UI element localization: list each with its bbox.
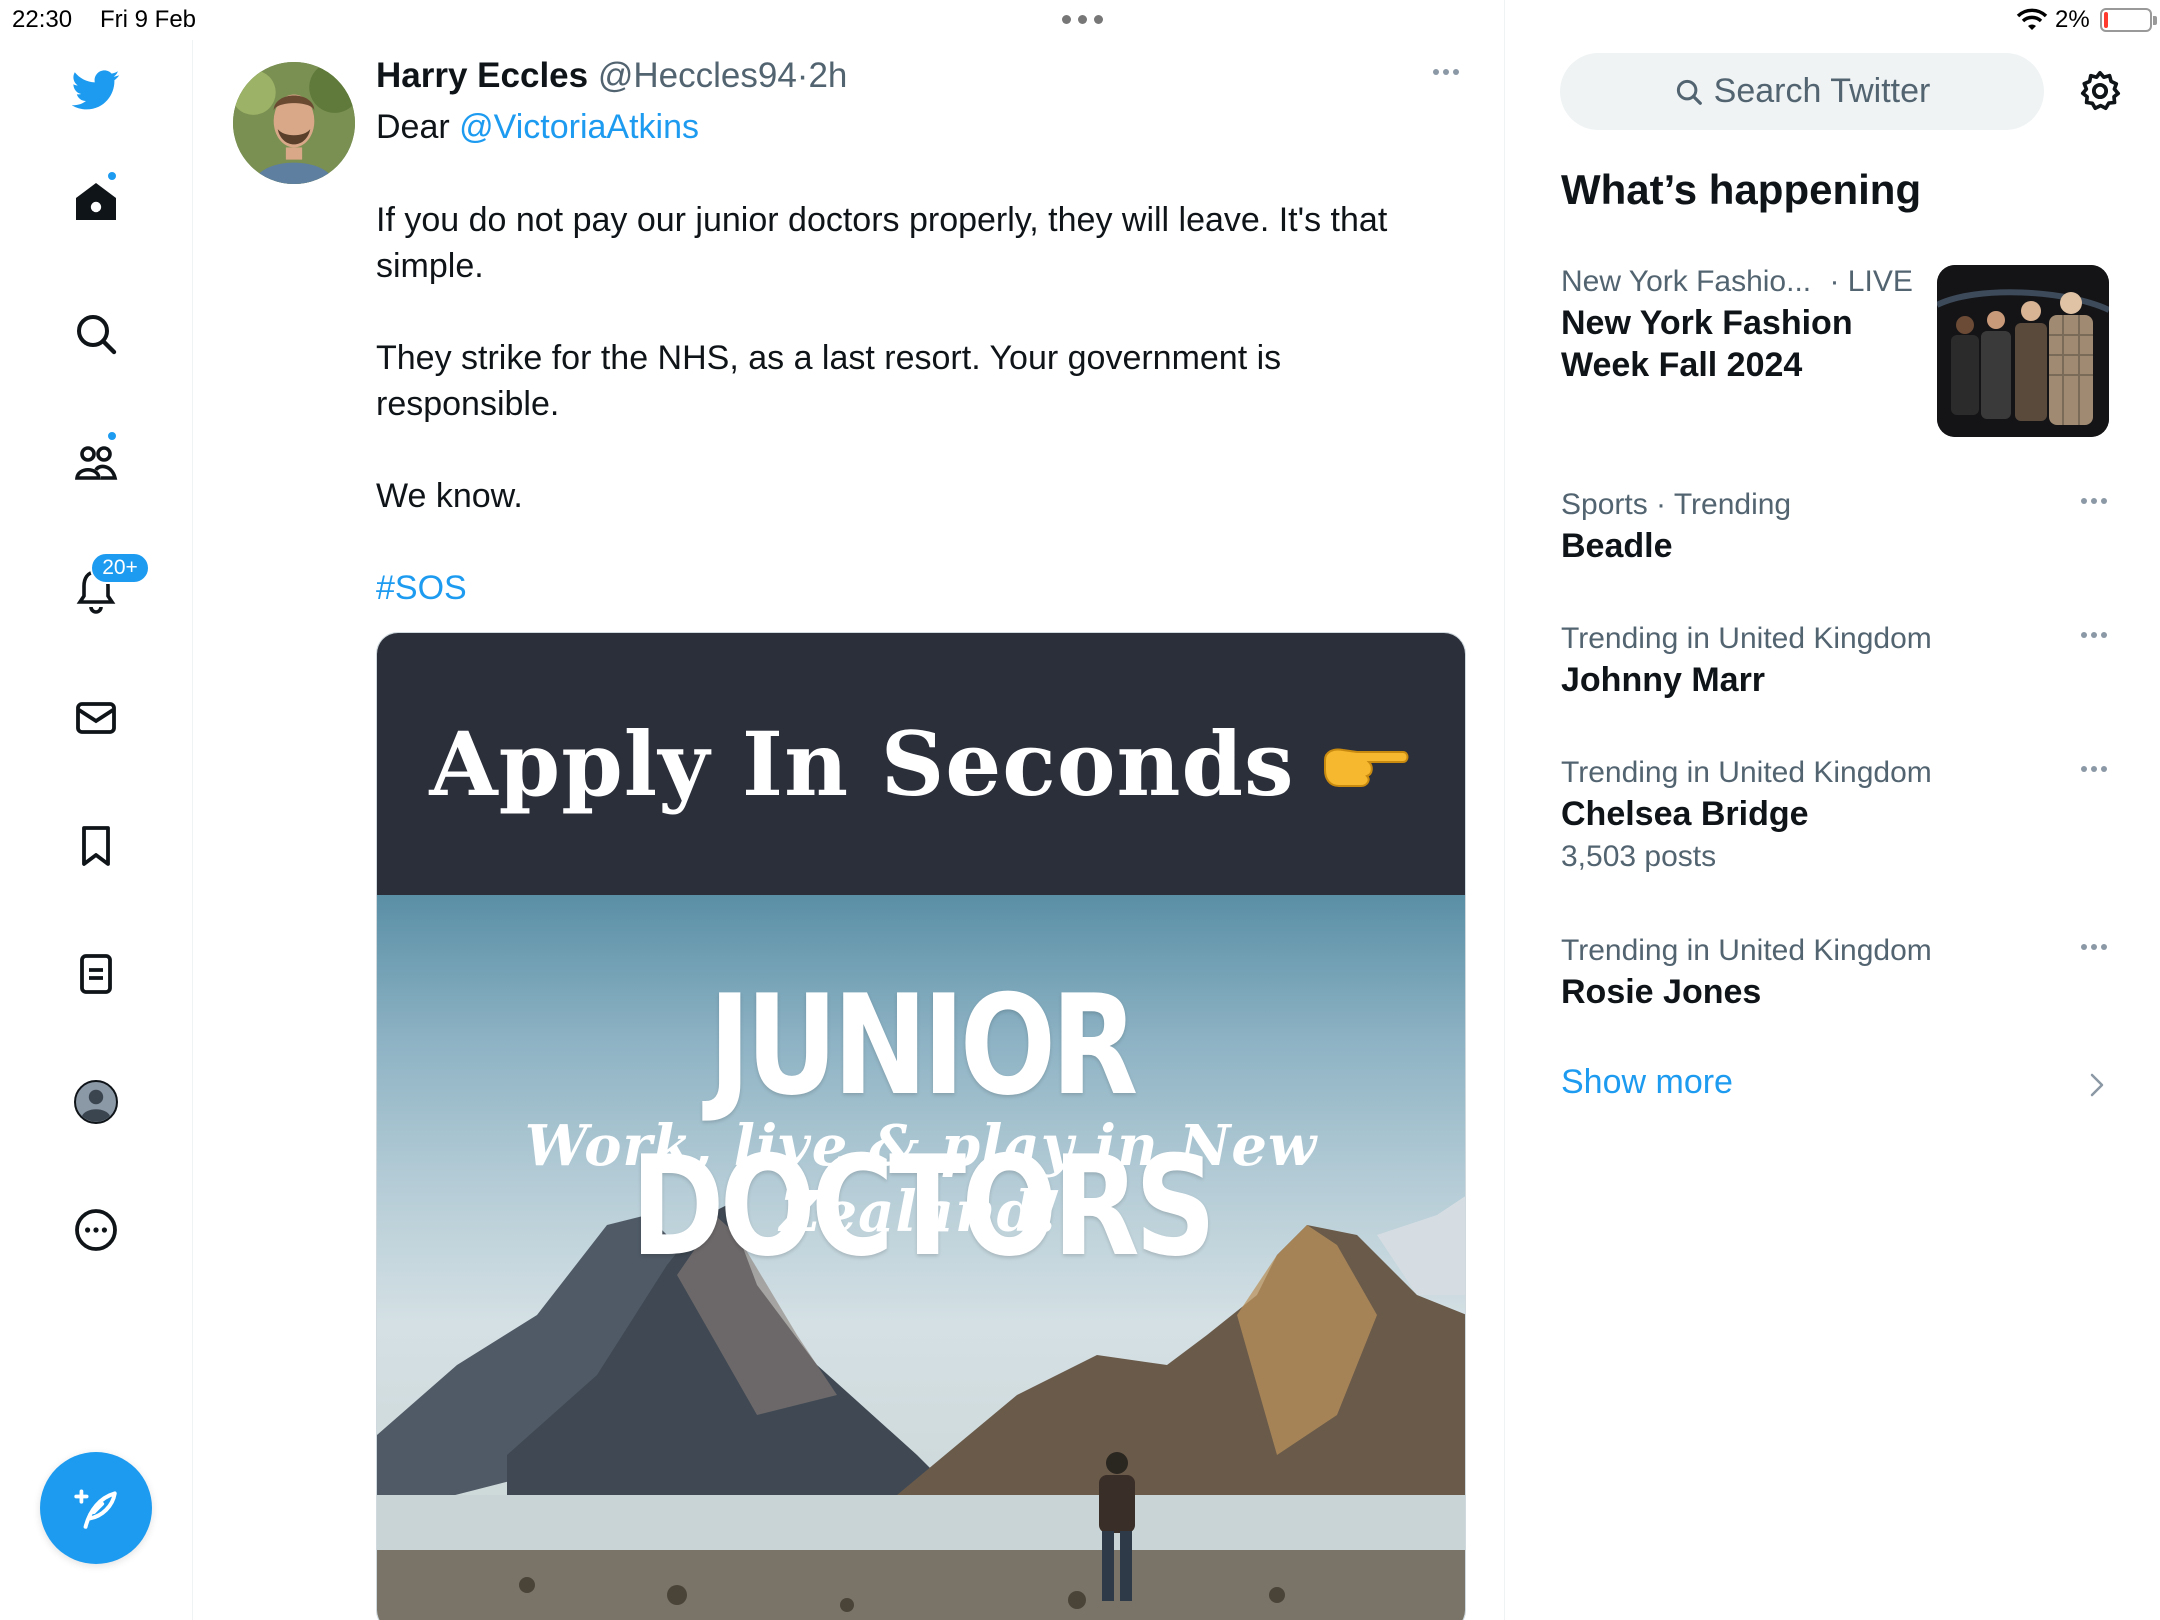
status-time: 22:30 — [12, 6, 73, 33]
sidebar-item-explore[interactable] — [56, 294, 136, 374]
home-unread-dot — [106, 170, 118, 182]
trend-more-icon[interactable] — [2081, 491, 2121, 511]
sidebar-item-more[interactable] — [56, 1190, 136, 1270]
sidebar-item-home[interactable] — [56, 162, 136, 242]
tweet-detail-column: Harry Eccles @Heccles94·2h Dear @Victori… — [193, 0, 1505, 1620]
trend-title: Chelsea Bridge — [1561, 795, 1809, 833]
sidebar-nav: 20+ — [0, 40, 193, 1620]
tweet-paragraph-1: If you do not pay our junior doctors pro… — [376, 201, 1388, 285]
gear-icon — [2080, 70, 2121, 111]
trend-meta: Sports · Trending — [1561, 488, 1792, 521]
media-banner: Apply In Seconds — [377, 633, 1465, 895]
show-more-link[interactable]: Show more — [1561, 1063, 1733, 1102]
more-circle-icon — [75, 1209, 117, 1251]
tweet-paragraph-2: They strike for the NHS, as a last resor… — [376, 339, 1282, 423]
sidebar-item-lists[interactable] — [56, 934, 136, 1014]
media-banner-text: Apply In Seconds — [429, 712, 1295, 816]
sidebar-item-profile[interactable] — [56, 1062, 136, 1142]
pointing-hand-emoji-icon — [1323, 748, 1409, 787]
hashtag-link[interactable]: #SOS — [376, 569, 467, 607]
search-icon — [1676, 79, 1702, 105]
people-icon — [75, 446, 118, 480]
trend-more-icon[interactable] — [2081, 937, 2121, 957]
mention-link[interactable]: @VictoriaAtkins — [459, 108, 699, 146]
sidebar-item-communities[interactable] — [56, 422, 136, 502]
trend-more-icon[interactable] — [2081, 625, 2121, 645]
trend-item[interactable]: Sports · Trending Beadle — [1561, 485, 2121, 567]
author-avatar[interactable] — [233, 62, 355, 184]
list-icon — [80, 954, 112, 994]
trend-thumbnail[interactable] — [1937, 265, 2109, 437]
status-date: Fri 9 Feb — [100, 6, 197, 33]
media-photo: JUNIOR DOCTORS Work, live & play in New … — [377, 895, 1465, 1620]
tweet-time[interactable]: 2h — [808, 56, 847, 95]
sidebar-item-notifications[interactable]: 20+ — [56, 550, 150, 630]
trend-meta: Trending in United Kingdom — [1561, 622, 1932, 655]
trend-post-count: 3,503 posts — [1561, 840, 1717, 873]
search-placeholder: Search Twitter — [1713, 72, 1931, 110]
trend-title: Beadle — [1561, 527, 1673, 565]
notifications-badge: 20+ — [90, 552, 150, 584]
trend-more-icon[interactable] — [2081, 759, 2121, 779]
whats-happening-title: What’s happening — [1561, 166, 1922, 213]
trend-title: Rosie Jones — [1561, 973, 1762, 1011]
bird-icon — [72, 70, 120, 110]
profile-avatar-icon — [74, 1080, 118, 1124]
tweet-paragraph-3: We know. — [376, 477, 523, 515]
tweet-header: Harry Eccles @Heccles94·2h — [376, 56, 847, 96]
fashion-runway-photo — [1937, 265, 2109, 437]
tweet-more-icon[interactable] — [1433, 62, 1473, 92]
author-handle[interactable]: @Heccles94 — [598, 56, 797, 95]
header-separator: · — [796, 56, 809, 95]
tweet-text: Dear @VictoriaAtkins If you do not pay o… — [376, 104, 1446, 657]
sidebar-item-messages[interactable] — [56, 678, 136, 758]
tweet-greeting: Dear — [376, 108, 460, 146]
trend-item[interactable]: Trending in United Kingdom Johnny Marr — [1561, 619, 2121, 701]
chevron-right-icon[interactable] — [2087, 1072, 2107, 1098]
trend-title: Johnny Marr — [1561, 661, 1766, 699]
media-subtitle: Work, live & play in New Zealand! — [524, 1113, 1318, 1245]
trend-item[interactable]: Trending in United Kingdom Rosie Jones — [1561, 931, 2121, 1013]
author-name[interactable]: Harry Eccles — [376, 56, 588, 95]
tweet-media-image[interactable]: Apply In Seconds JUNIOR DOCTORS Work, li… — [376, 632, 1466, 1620]
author-avatar-photo — [233, 62, 355, 184]
right-sidebar: Search Twitter What’s happening New York… — [1505, 0, 2160, 1620]
search-twitter-input[interactable]: Search Twitter — [1560, 53, 2044, 130]
trend-item[interactable]: Trending in United Kingdom Chelsea Bridg… — [1561, 753, 2121, 879]
compose-tweet-button[interactable] — [40, 1452, 152, 1564]
home-icon — [76, 183, 116, 220]
bookmark-icon — [82, 826, 110, 866]
sidebar-item-bookmarks[interactable] — [56, 806, 136, 886]
settings-button[interactable] — [2077, 68, 2123, 114]
communities-unread-dot — [106, 430, 118, 442]
twitter-logo-button[interactable] — [56, 50, 136, 130]
search-icon — [77, 315, 117, 355]
mail-icon — [76, 702, 116, 734]
trend-meta: Trending in United Kingdom — [1561, 934, 1932, 967]
trend-meta: Trending in United Kingdom — [1561, 756, 1932, 789]
compose-feather-icon — [74, 1489, 117, 1529]
